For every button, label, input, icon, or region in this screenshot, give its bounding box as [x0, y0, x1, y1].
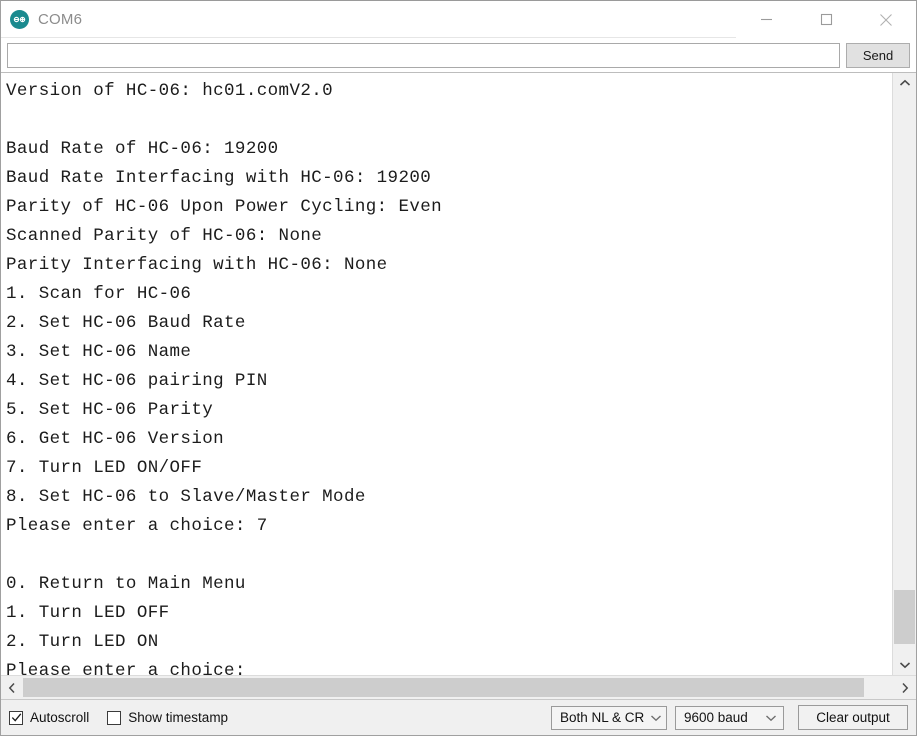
baud-rate-chevron[interactable]: [765, 714, 777, 722]
chevron-down-icon: [899, 662, 910, 669]
console-row: Version of HC-06: hc01.comV2.0 Baud Rate…: [1, 73, 916, 675]
console-area: Version of HC-06: hc01.comV2.0 Baud Rate…: [1, 72, 916, 699]
minimize-icon: [760, 18, 772, 21]
chevron-right-icon: [902, 682, 909, 693]
line-ending-chevron[interactable]: [650, 714, 662, 722]
vertical-scrollbar[interactable]: [892, 73, 916, 675]
show-timestamp-checkbox[interactable]: Show timestamp: [107, 710, 228, 725]
scroll-right-button[interactable]: [894, 676, 916, 699]
baud-rate-value: 9600 baud: [684, 710, 748, 725]
maximize-button[interactable]: [796, 1, 856, 38]
chevron-left-icon: [8, 682, 15, 693]
show-timestamp-checkbox-box[interactable]: [107, 710, 122, 725]
scroll-down-button[interactable]: [893, 655, 916, 675]
line-ending-value: Both NL & CR: [560, 710, 645, 725]
scroll-left-button[interactable]: [1, 676, 23, 699]
send-bar: Send: [1, 38, 916, 72]
command-input[interactable]: [7, 42, 840, 68]
vertical-scroll-track[interactable]: [893, 93, 916, 655]
horizontal-scrollbar[interactable]: [1, 675, 916, 699]
autoscroll-label: Autoscroll: [30, 710, 90, 725]
horizontal-scroll-thumb[interactable]: [23, 678, 864, 697]
minimize-button[interactable]: [736, 1, 796, 38]
title-bar: COM6: [1, 1, 916, 38]
serial-monitor-window: COM6 Send Version of HC-06: hc01.comV2.0…: [0, 0, 917, 736]
autoscroll-checkbox[interactable]: Autoscroll: [9, 710, 89, 725]
line-ending-select[interactable]: Both NL & CR: [551, 705, 667, 730]
checkmark-icon: [11, 713, 21, 722]
close-icon: [880, 13, 892, 26]
close-button[interactable]: [856, 1, 916, 38]
baud-rate-select[interactable]: 9600 baud: [675, 705, 784, 730]
chevron-up-icon: [899, 79, 910, 86]
window-title: COM6: [38, 10, 83, 28]
autoscroll-checkbox-box[interactable]: [9, 710, 23, 725]
horizontal-scroll-track[interactable]: [23, 676, 894, 699]
chevron-down-icon: [766, 714, 776, 721]
arduino-infinity-icon: [10, 9, 29, 29]
vertical-scroll-thumb[interactable]: [894, 590, 915, 644]
serial-output-text: Version of HC-06: hc01.comV2.0 Baud Rate…: [1, 73, 892, 675]
maximize-icon: [820, 13, 832, 26]
title-bar-left: COM6: [1, 9, 83, 29]
status-bar: Autoscroll Show timestamp Both NL & CR 9…: [1, 699, 916, 735]
window-controls: [736, 1, 916, 38]
chevron-down-icon: [651, 714, 662, 721]
show-timestamp-label: Show timestamp: [128, 710, 229, 725]
scroll-up-button[interactable]: [893, 73, 916, 93]
send-button[interactable]: Send: [846, 42, 910, 68]
clear-output-button[interactable]: Clear output: [798, 705, 908, 730]
